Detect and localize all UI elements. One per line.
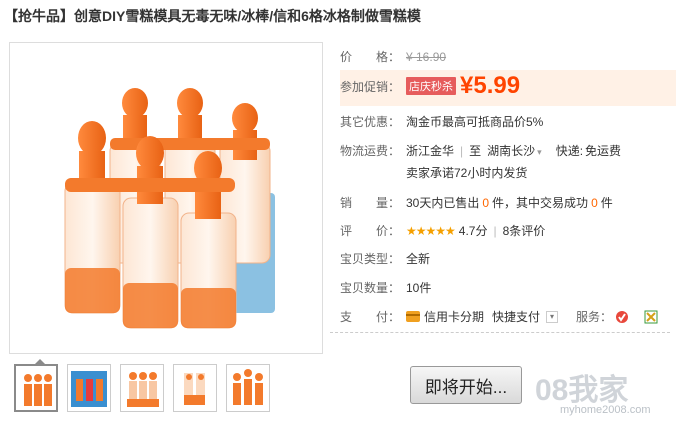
quantity-label: 宝贝数量：: [340, 281, 401, 295]
other-offer-value: 淘金币最高可抵商品价5%: [406, 115, 544, 129]
payment-dropdown-icon[interactable]: ▾: [546, 310, 559, 323]
sales-success: 0: [591, 195, 598, 210]
type-label: 宝贝类型：: [340, 252, 401, 266]
sales-post: 件: [600, 196, 613, 210]
quantity-row: 宝贝数量： 10件: [340, 279, 431, 296]
ship-sep: |: [460, 143, 464, 158]
promo-tag[interactable]: 店庆秒杀: [406, 77, 456, 95]
guarantee-icon[interactable]: [644, 310, 658, 324]
divider: [330, 332, 670, 333]
type-value: 全新: [406, 252, 431, 266]
product-title: 【抢牛品】创意DIY雪糕模具无毒无味/冰棒/信和6格冰格制做雪糕模: [4, 8, 421, 24]
service-label: 服务：: [576, 310, 613, 324]
shipping-label: 物流运费：: [340, 144, 401, 158]
rating-row: 评 价： ★★★★★ 4.7分 | 8条评价: [340, 222, 545, 239]
thumb-1[interactable]: [14, 359, 58, 412]
thumb-4[interactable]: [173, 364, 217, 412]
payment-row: 支 付： 信用卡分期 快捷支付 ▾ 服务：: [340, 308, 658, 325]
shipping-row: 物流运费： 浙江金华 | 至 湖南长沙 ▾ 快递: 免运费: [340, 142, 621, 159]
express-value: 免运费: [585, 144, 622, 158]
promo-label: 参加促销：: [340, 79, 401, 94]
thumbnail-strip: [14, 359, 270, 412]
ship-from: 浙江金华: [406, 144, 455, 158]
type-row: 宝贝类型： 全新: [340, 250, 430, 267]
current-price: ¥5.99: [460, 72, 521, 99]
ship-to-select[interactable]: 湖南长沙 ▾: [487, 142, 542, 159]
coming-soon-button[interactable]: 即将开始...: [410, 366, 522, 404]
payment-label: 支 付：: [340, 310, 401, 324]
thumb-image: [127, 372, 159, 407]
ship-to: 湖南长沙: [487, 144, 536, 158]
thumb-3[interactable]: [120, 364, 164, 412]
other-offer-row: 其它优惠： 淘金币最高可抵商品价5%: [340, 113, 543, 130]
popsicle-mold-illustration: [64, 88, 275, 329]
fast-pay[interactable]: 快捷支付: [492, 308, 540, 325]
rating-score: 4.7分: [458, 224, 488, 238]
sales-row: 销 量： 30天内已售出 0 件，其中交易成功 0 件: [340, 194, 613, 211]
thumb-image: [184, 373, 205, 405]
chevron-down-icon: ▾: [537, 147, 542, 157]
quantity-value: 10件: [406, 281, 432, 295]
original-price-row: 价 格： ¥ 16.90: [340, 48, 446, 65]
promo-price-row: 参加促销： 店庆秒杀 ¥5.99: [340, 72, 520, 100]
ship-to-prefix: 至: [469, 144, 482, 158]
thumb-2[interactable]: [67, 364, 111, 412]
active-thumb-arrow-icon: [34, 359, 46, 365]
sales-label: 销 量：: [340, 196, 401, 210]
shipping-promise: 卖家承诺72小时内发货: [406, 166, 528, 180]
sales-pre: 30天内已售出: [406, 196, 480, 210]
rating-label: 评 价：: [340, 224, 401, 238]
main-product-image[interactable]: [9, 42, 323, 354]
other-offer-label: 其它优惠：: [340, 115, 401, 129]
rating-sep: |: [493, 223, 497, 238]
watermark-url: myhome2008.com: [560, 404, 651, 416]
thumb-5[interactable]: [226, 364, 270, 412]
credit-card-installment[interactable]: 信用卡分期: [424, 308, 484, 325]
review-count-link[interactable]: 8条评价: [503, 222, 546, 239]
rating-stars-icon: ★★★★★: [406, 223, 456, 238]
original-price: ¥ 16.90: [406, 49, 447, 64]
service-badge-icon[interactable]: [614, 309, 630, 325]
sales-sold: 0: [482, 195, 490, 210]
express-label: 快递:: [555, 144, 584, 158]
original-price-label: 价 格：: [340, 50, 401, 64]
credit-card-icon: [406, 311, 420, 322]
thumb-image: [24, 374, 52, 406]
thumb-image: [71, 371, 107, 407]
watermark: 08我家: [535, 374, 629, 407]
thumb-image: [233, 369, 263, 405]
sales-mid: 件，其中交易成功: [492, 196, 589, 210]
